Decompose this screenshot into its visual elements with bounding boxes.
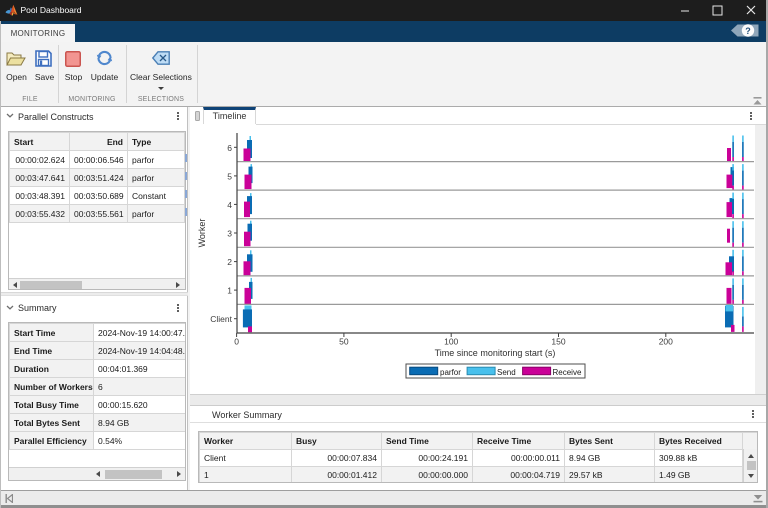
svg-text:Time since monitoring start (s: Time since monitoring start (s) (435, 348, 556, 358)
svg-text:50: 50 (339, 337, 349, 347)
svg-text:Receive: Receive (553, 368, 582, 377)
svg-text:?: ? (745, 26, 751, 36)
svg-text:Client: Client (210, 314, 232, 324)
svg-text:200: 200 (659, 337, 673, 347)
svg-text:6: 6 (227, 143, 232, 153)
svg-text:100: 100 (444, 337, 458, 347)
svg-text:5: 5 (227, 171, 232, 181)
svg-text:Send: Send (497, 368, 516, 377)
svg-text:parfor: parfor (440, 368, 461, 377)
svg-text:2: 2 (227, 257, 232, 267)
svg-text:0: 0 (234, 337, 239, 347)
svg-text:Worker: Worker (197, 219, 207, 248)
svg-text:4: 4 (227, 200, 232, 210)
svg-text:150: 150 (551, 337, 565, 347)
svg-text:1: 1 (227, 286, 232, 296)
svg-text:3: 3 (227, 229, 232, 239)
